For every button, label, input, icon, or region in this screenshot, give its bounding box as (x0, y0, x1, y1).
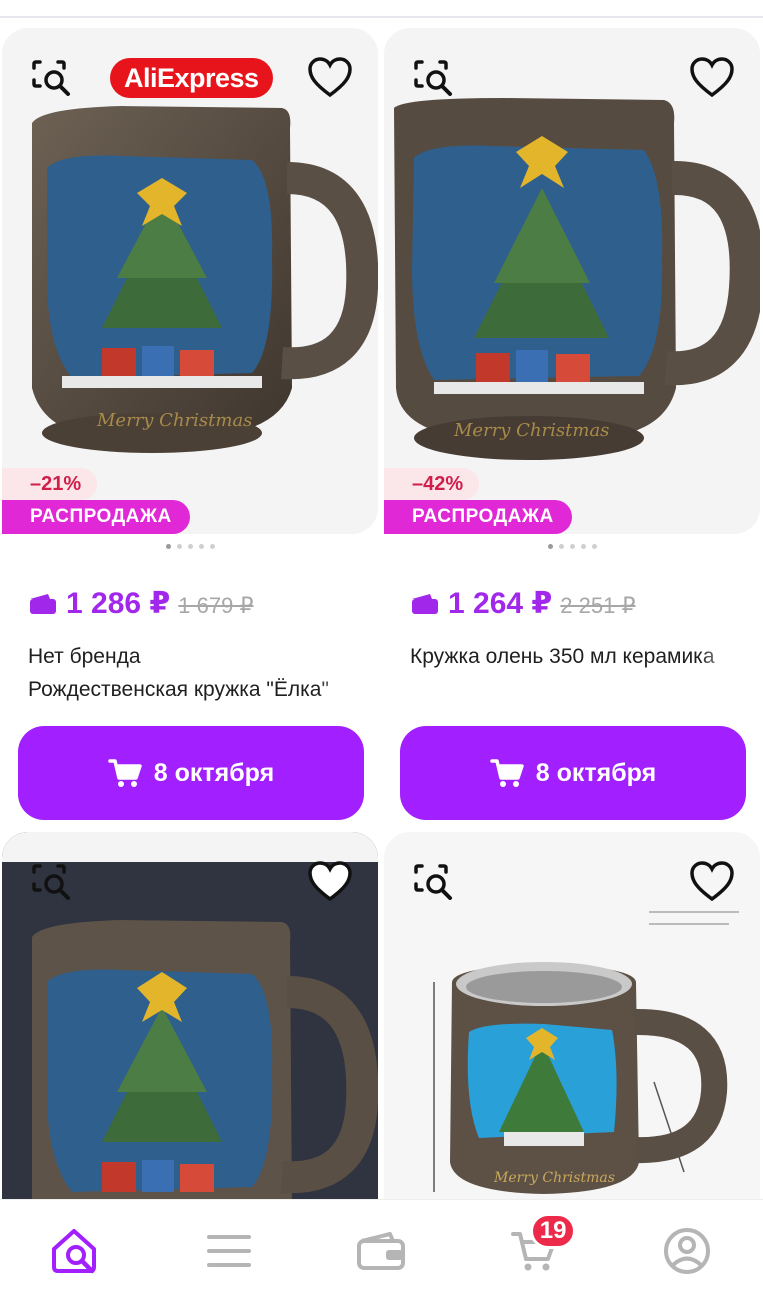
wallet-icon (357, 1231, 406, 1270)
image-pager-dots (2, 544, 378, 549)
wallet-icon (30, 594, 56, 614)
current-price: 1 286 ₽ (66, 587, 171, 620)
svg-text:Merry Christmas: Merry Christmas (96, 410, 252, 431)
brand-badge: AliExpress (110, 58, 273, 98)
sale-badge: РАСПРОДАЖА (2, 500, 190, 534)
svg-text:Merry Christmas: Merry Christmas (453, 420, 609, 441)
product-name: Кружка олень 350 мл керамика (410, 645, 715, 668)
wallet-icon (412, 594, 438, 614)
nav-home-search[interactable] (44, 1219, 108, 1283)
nav-cart[interactable]: 19 (502, 1212, 577, 1283)
favorite-heart-icon[interactable] (304, 52, 356, 104)
discount-badge: –42% (384, 468, 480, 500)
product-title[interactable]: Нет бренда Рождественская кружка "Ёлка" (28, 640, 358, 706)
add-to-cart-button[interactable]: 8 октября (18, 726, 364, 820)
product-title[interactable]: Кружка олень 350 мл керамика (410, 640, 740, 673)
cart-count-badge: 19 (530, 1212, 577, 1249)
old-price: 1 679 ₽ (178, 593, 254, 618)
product-brand: Нет бренда (28, 645, 141, 668)
nav-profile[interactable] (655, 1219, 719, 1283)
top-divider (0, 0, 763, 18)
cart-icon (490, 759, 524, 787)
search-by-image-icon[interactable] (26, 856, 78, 908)
price-row: 1 264 ₽ 2 251 ₽ (410, 586, 635, 621)
search-by-image-icon[interactable] (408, 856, 460, 908)
sale-badge: РАСПРОДАЖА (384, 500, 572, 534)
favorite-heart-icon[interactable] (304, 856, 356, 908)
current-price: 1 264 ₽ (448, 587, 553, 620)
old-price: 2 251 ₽ (560, 593, 636, 618)
add-to-cart-button[interactable]: 8 октября (400, 726, 746, 820)
delivery-date: 8 октября (153, 758, 275, 787)
discount-badge: –21% (2, 468, 98, 500)
menu-icon (206, 1234, 251, 1267)
image-pager-dots (384, 544, 760, 549)
product-name: Рождественская кружка "Ёлка" (28, 678, 329, 701)
favorite-heart-icon[interactable] (686, 52, 738, 104)
favorite-heart-icon[interactable] (686, 856, 738, 908)
bottom-navigation: 19 (0, 1199, 763, 1309)
search-by-image-icon[interactable] (26, 52, 78, 104)
nav-catalog[interactable] (197, 1219, 261, 1283)
price-row: 1 286 ₽ 1 679 ₽ (28, 586, 253, 621)
delivery-date: 8 октября (535, 758, 657, 787)
home-search-icon (52, 1228, 97, 1273)
profile-icon (663, 1227, 710, 1274)
cart-icon (108, 759, 142, 787)
search-by-image-icon[interactable] (408, 52, 460, 104)
nav-wallet[interactable] (349, 1219, 413, 1283)
svg-text:Merry Christmas: Merry Christmas (493, 1170, 615, 1186)
